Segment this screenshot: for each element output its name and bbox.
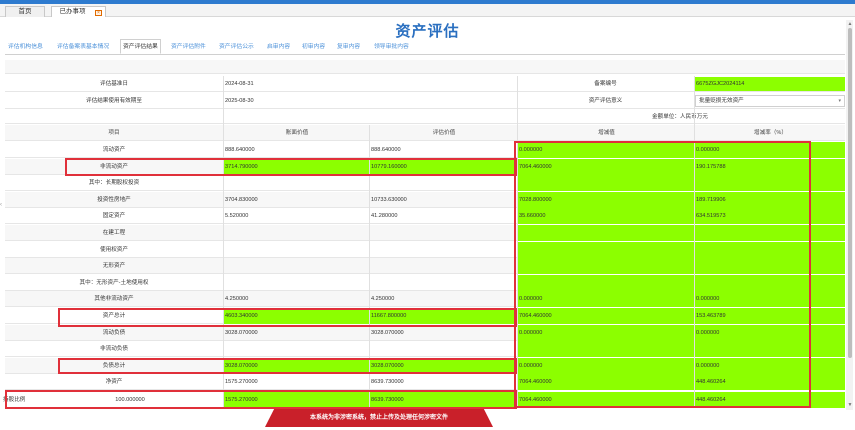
row-eval-value: 41.280000: [371, 213, 398, 219]
row-label: 其中：长期股权投资: [88, 180, 140, 186]
row-eval-value: 3028.070000: [371, 330, 404, 336]
row-label: 净资产: [105, 379, 123, 385]
tab-done-items-label: 已办事项: [59, 8, 86, 15]
tab-valuation-notice[interactable]: 资产评估公示: [219, 40, 254, 54]
row-book-value: 3704.830000: [225, 197, 258, 203]
row-label: 使用权资产: [100, 247, 128, 253]
annotation-box-total-assets: [58, 308, 517, 327]
scroll-up-icon[interactable]: ▲: [847, 21, 853, 27]
tab-valuation-attachments[interactable]: 资产评估附件: [171, 40, 206, 54]
row-eval-value: [369, 225, 517, 241]
col-eval-value: 评估价值: [432, 130, 456, 136]
row-book-value: [223, 258, 369, 274]
row-label: 无形资产: [102, 263, 126, 269]
row-eval-value: [369, 175, 517, 191]
chevron-left-icon[interactable]: ‹: [0, 202, 2, 208]
row-book-value: 3028.070000: [225, 330, 258, 336]
row-eval-value: 888.640000: [371, 147, 401, 153]
row-label: 固定资产: [102, 213, 126, 219]
tab-agency-info[interactable]: 评估机构信息: [8, 40, 43, 54]
purpose-select[interactable]: 批量贬损无效资产 ▾: [695, 95, 845, 107]
subnav-divider: [5, 54, 845, 55]
chevron-down-icon: ▾: [838, 98, 841, 104]
record-no-label: 备案编号: [594, 81, 617, 87]
row-label: 投资性房地产: [97, 197, 131, 203]
row-book-value: 1575.270000: [225, 379, 258, 385]
base-date-label: 评估基准日: [100, 81, 128, 87]
row-book-value: [223, 175, 369, 191]
row-eval-value: [369, 275, 517, 291]
record-no-value: 6675ZGJC2024114: [696, 81, 745, 87]
tab-second-review[interactable]: 复审内容: [337, 40, 360, 54]
blank-header-row: [5, 60, 845, 74]
window-tab-bar: 首页 已办事项 ×: [0, 4, 855, 17]
col-difference: 增减值: [598, 130, 615, 136]
annotation-box-total-liabilities: [58, 358, 517, 374]
tab-home[interactable]: 首页: [5, 6, 45, 17]
row-book-value: 4.250000: [225, 296, 249, 302]
col-item: 项目: [108, 130, 120, 136]
col-book-value: 账面价值: [285, 130, 309, 136]
page-title: 资产评估: [395, 23, 460, 40]
close-icon[interactable]: ×: [95, 10, 102, 16]
row-book-value: [223, 242, 369, 258]
annotation-box-diff-columns: [514, 141, 811, 408]
purpose-select-value: 批量贬损无效资产: [699, 98, 744, 104]
valid-until-value: 2025-08-30: [225, 98, 254, 104]
row-label: 流动资产: [102, 147, 126, 153]
base-date-value: 2024-08-31: [225, 81, 254, 87]
row-label: 在建工程: [102, 230, 126, 236]
row-eval-value: 10733.630000: [371, 197, 407, 203]
tab-first-review[interactable]: 初审内容: [302, 40, 325, 54]
row-eval-value: [369, 341, 517, 357]
row-eval-value: 4.250000: [371, 296, 395, 302]
unit-row: [5, 110, 845, 124]
row-eval-value: 8639.730000: [371, 379, 404, 385]
row-eval-value: [369, 258, 517, 274]
tab-initiate-review[interactable]: 启审内容: [267, 40, 290, 54]
row-book-value: [223, 225, 369, 241]
tab-filing-basic[interactable]: 评估备案表基本情况: [57, 40, 109, 54]
row-book-value: [223, 275, 369, 291]
row-eval-value: [369, 242, 517, 258]
purpose-label: 资产评估意义: [588, 98, 623, 104]
row-label: 其他非流动资产: [94, 296, 134, 302]
row-book-value: [223, 341, 369, 357]
row-book-value: 5.520000: [225, 213, 249, 219]
row-book-value: 888.640000: [225, 147, 255, 153]
col-change-rate: 增减率（%）: [754, 130, 787, 136]
valid-until-label: 评估结果使用有效期至: [86, 98, 142, 104]
annotation-box-noncurrent: [65, 158, 517, 176]
row-label: 非流动负债: [100, 346, 128, 352]
scrollbar-thumb[interactable]: [848, 28, 852, 358]
annotation-box-shareholding: [5, 390, 517, 409]
security-warning-banner: 本系统为非涉密系统，禁止上传及处理任何涉密文件: [265, 409, 493, 427]
row-label: 流动负债: [102, 330, 126, 336]
tab-leader-approval[interactable]: 领导审批内容: [374, 40, 409, 54]
row-label: 其中：无形资产-土地使用权: [79, 280, 149, 286]
tab-valuation-result[interactable]: 资产评估结果: [120, 39, 161, 54]
scroll-down-icon[interactable]: ▼: [847, 402, 853, 408]
amount-unit: 金额单位：人民币万元: [652, 114, 708, 120]
